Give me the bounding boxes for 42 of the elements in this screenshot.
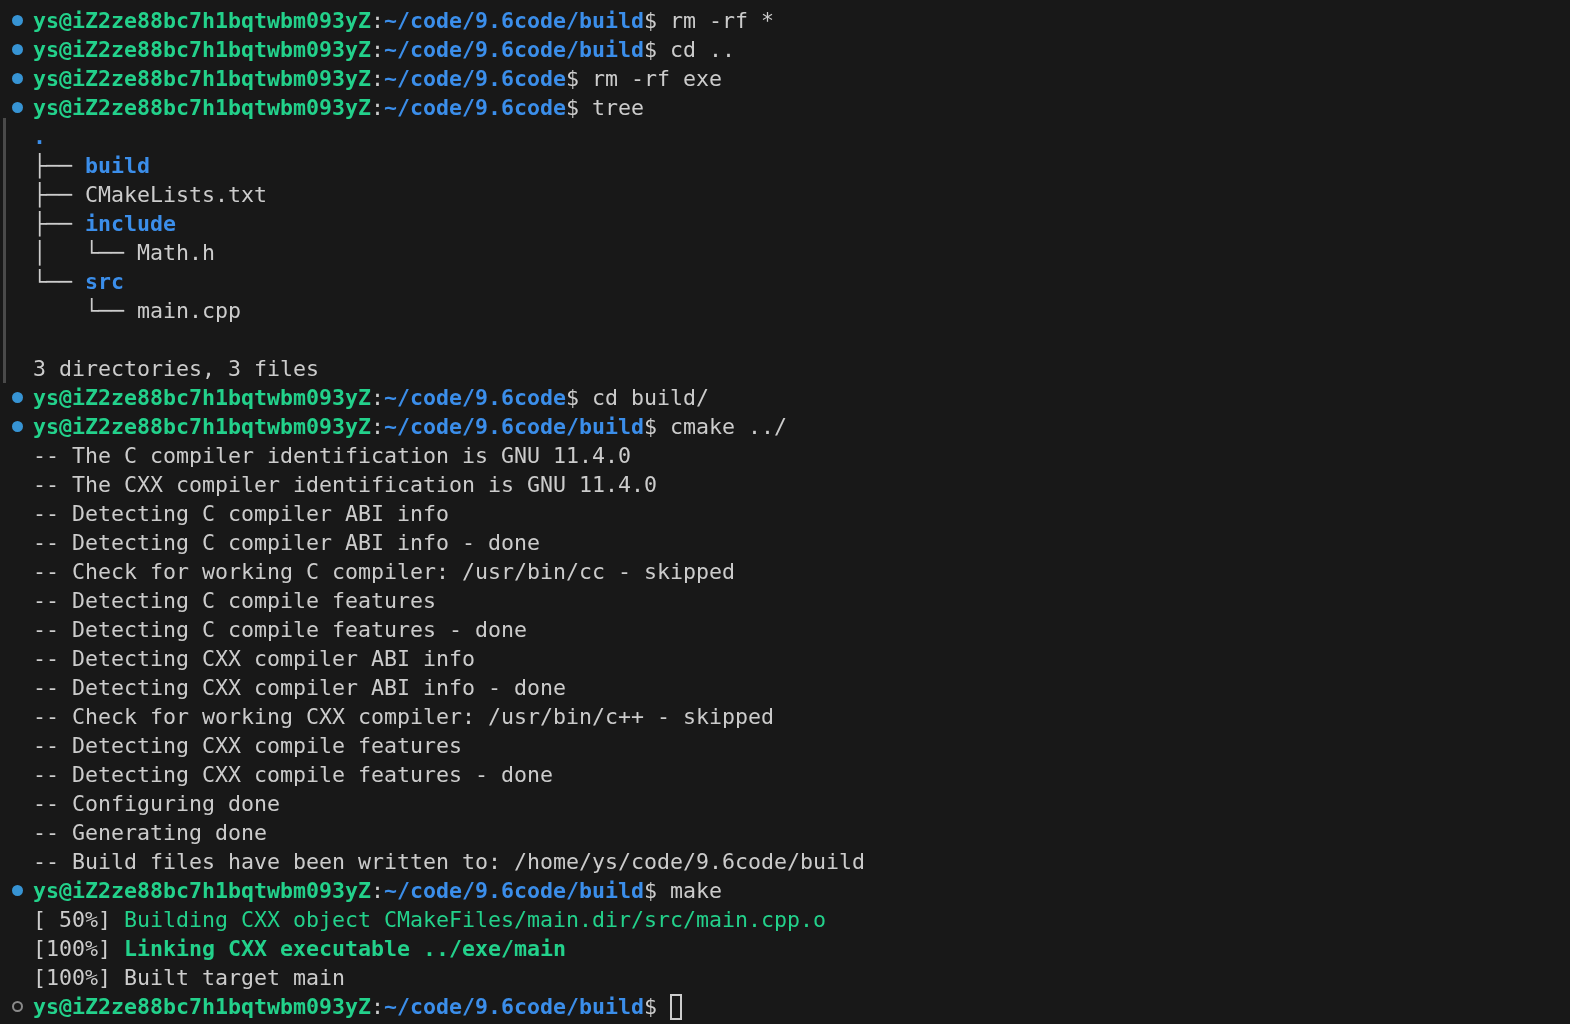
prompt-line: ys@iZ2ze88bc7h1bqtwbm093yZ:~/code/9.6code$ rm -rf exe [33, 65, 723, 93]
command-status-icon[interactable] [11, 73, 23, 84]
output-line: ├── CMakeLists.txt [33, 181, 267, 209]
output-line: -- Build files have been written to: /home/ys/code/9.6code/build [33, 848, 866, 876]
output-line: ├── include [33, 210, 177, 238]
output-line: [ 50%] Building CXX object CMakeFiles/main.dir/src/main.cpp.o [33, 906, 827, 934]
prompt-line: ys@iZ2ze88bc7h1bqtwbm093yZ:~/code/9.6code/build$ cmake ../ [33, 413, 788, 441]
output-line: [100%] Built target main [33, 964, 345, 992]
command-status-icon[interactable] [11, 102, 23, 113]
output-line: -- Detecting CXX compile features - done [33, 761, 554, 789]
command-status-icon[interactable] [11, 15, 23, 26]
command-status-icon[interactable] [11, 1001, 23, 1012]
prompt-line: ys@iZ2ze88bc7h1bqtwbm093yZ:~/code/9.6code$ tree [33, 94, 645, 122]
output-line: -- Detecting C compiler ABI info [33, 500, 450, 528]
output-line: -- Detecting CXX compiler ABI info [33, 645, 476, 673]
prompt-line: ys@iZ2ze88bc7h1bqtwbm093yZ:~/code/9.6code/build$ make [33, 877, 723, 905]
command-status-icon[interactable] [11, 392, 23, 403]
output-line: . [33, 123, 46, 151]
output-line: -- Detecting C compile features [33, 587, 437, 615]
output-line: │ └── Math.h [33, 239, 215, 267]
prompt-line: ys@iZ2ze88bc7h1bqtwbm093yZ:~/code/9.6code/build$ cd .. [33, 36, 736, 64]
output-line: -- Detecting C compile features - done [33, 616, 528, 644]
output-line: -- Check for working CXX compiler: /usr/bin/c++ - skipped [33, 703, 775, 731]
command-status-icon[interactable] [11, 885, 23, 896]
output-line: [100%] Linking CXX executable ../exe/main [33, 935, 567, 963]
output-line: └── src [33, 268, 125, 296]
command-status-icon[interactable] [11, 44, 23, 55]
output-line: -- Configuring done [33, 790, 280, 818]
output-line: -- Detecting CXX compile features [33, 732, 463, 760]
output-line: -- The C compiler identification is GNU 11.4.0 [33, 442, 632, 470]
output-line: -- Detecting C compiler ABI info - done [33, 529, 541, 557]
prompt-line: ys@iZ2ze88bc7h1bqtwbm093yZ:~/code/9.6code$ cd build/ [33, 384, 710, 412]
output-line: -- Detecting CXX compiler ABI info - done [33, 674, 567, 702]
command-status-icon[interactable] [11, 421, 23, 432]
output-line: -- Generating done [33, 819, 267, 847]
prompt-line: ys@iZ2ze88bc7h1bqtwbm093yZ:~/code/9.6code/build$ [33, 993, 659, 1021]
output-line: -- Check for working C compiler: /usr/bin/cc - skipped [33, 558, 736, 586]
output-line: -- The CXX compiler identification is GNU 11.4.0 [33, 471, 658, 499]
output-line: 3 directories, 3 files [33, 355, 319, 383]
output-line: ├── build [33, 152, 151, 180]
output-line: └── main.cpp [84, 297, 241, 325]
prompt-line: ys@iZ2ze88bc7h1bqtwbm093yZ:~/code/9.6code/build$ rm -rf * [33, 7, 775, 35]
